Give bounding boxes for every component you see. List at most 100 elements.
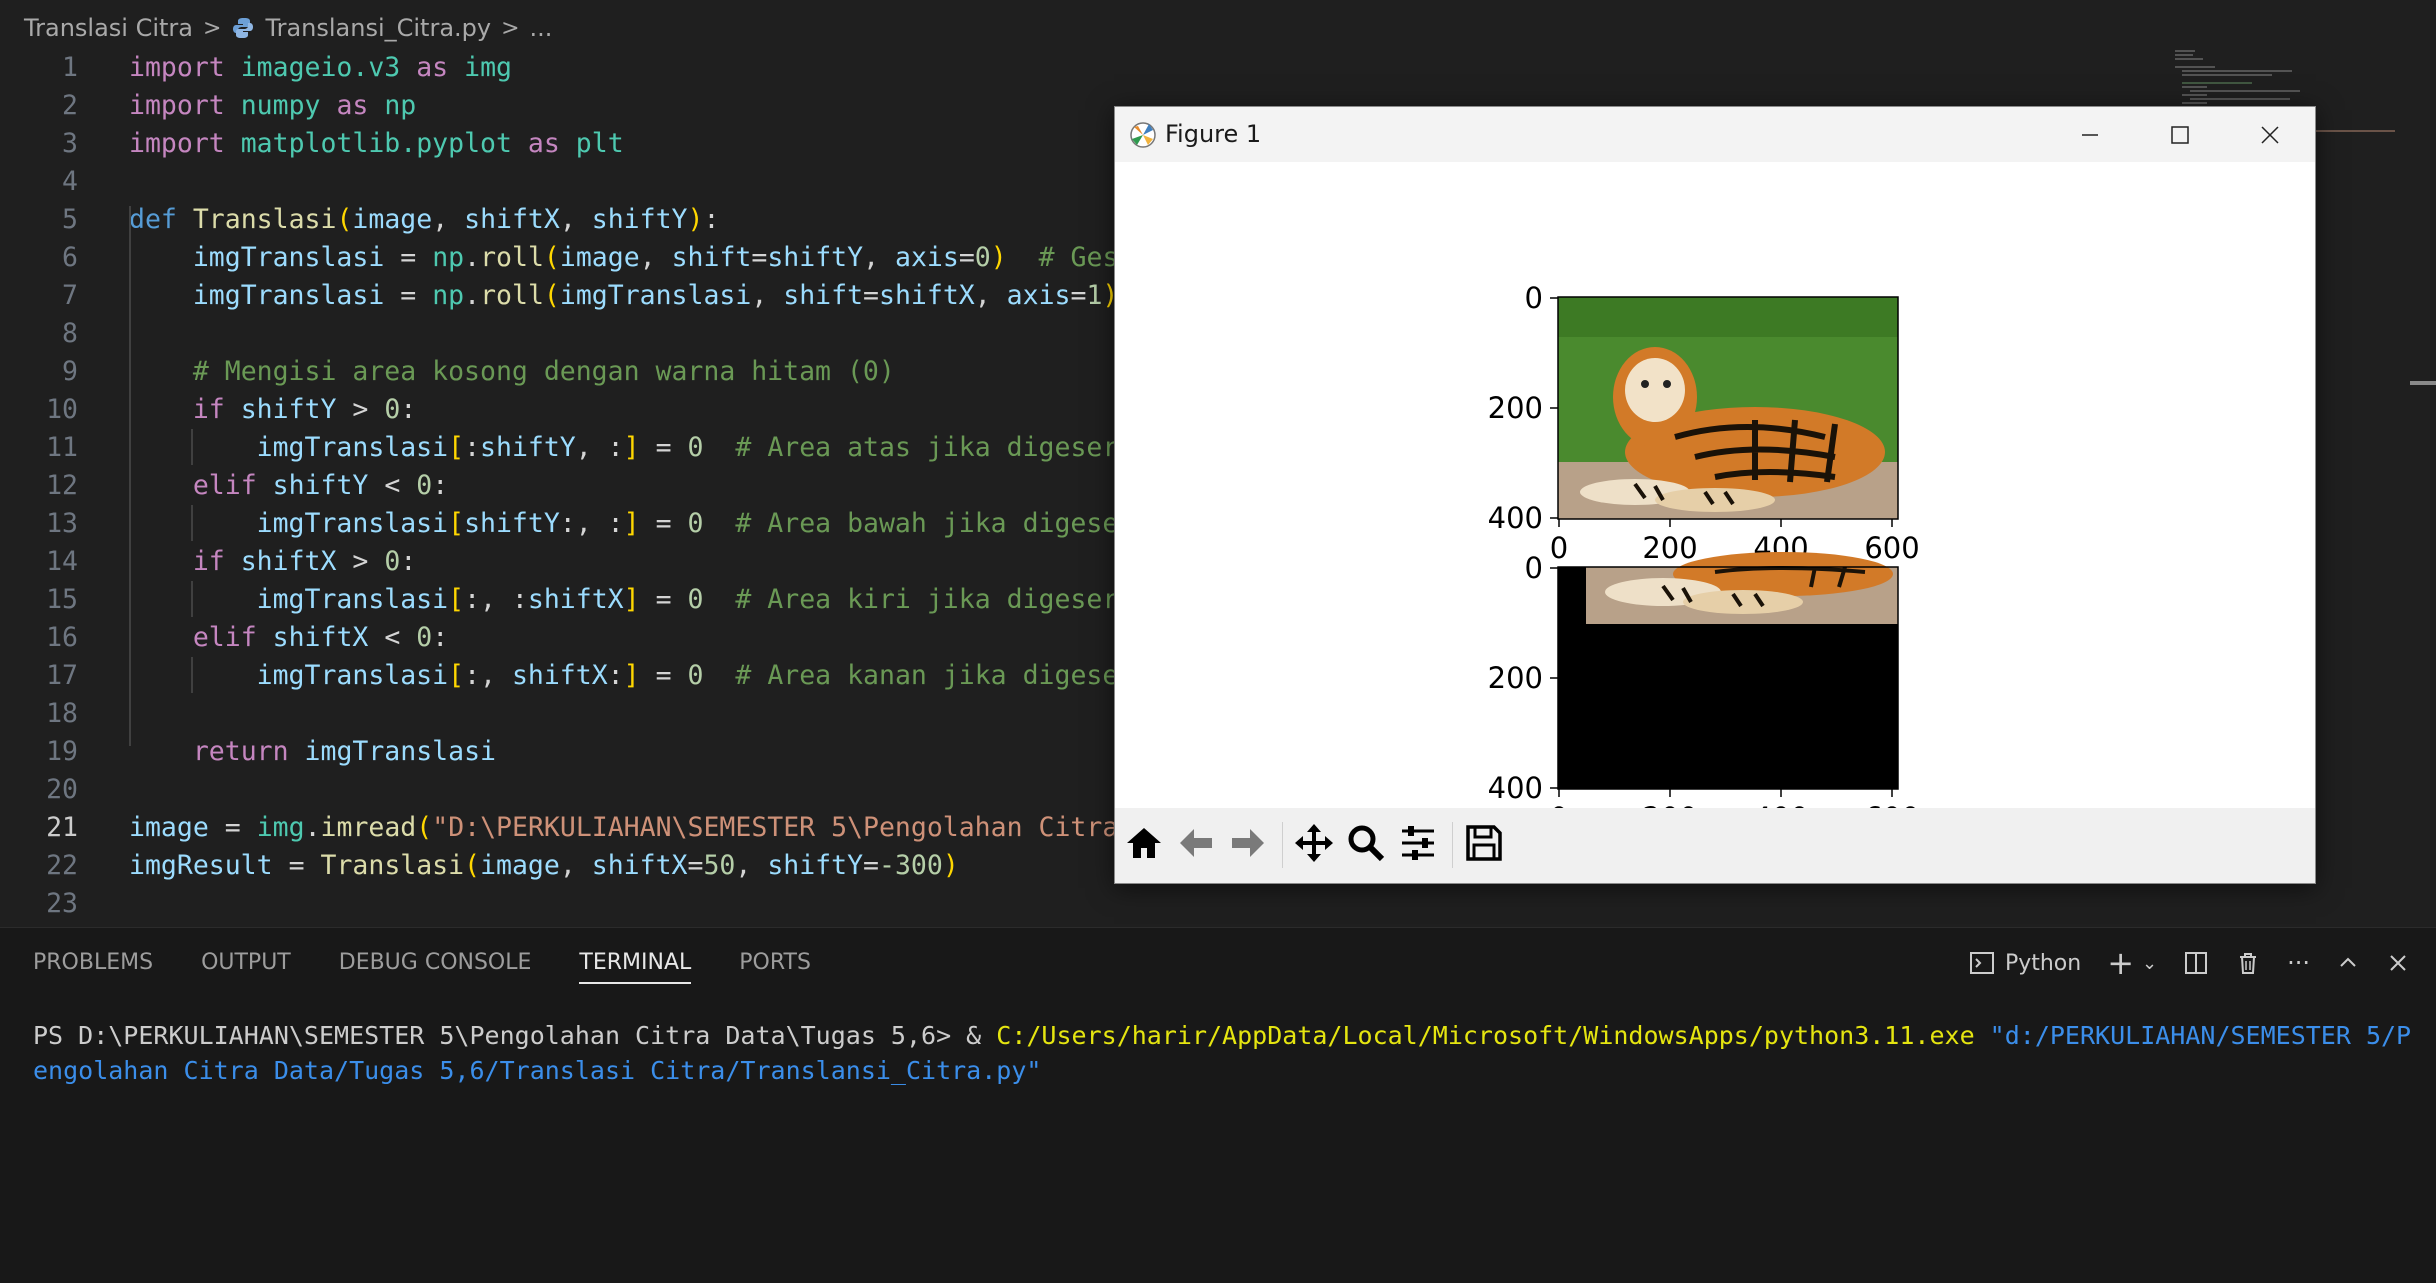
breadcrumb-file[interactable]: Translansi_Citra.py — [265, 14, 491, 42]
panel-actions: Python + ⌄ ··· — [1969, 928, 2436, 998]
terminal-arg-part2: engolahan Citra Data/Tugas 5,6/Translasi… — [33, 1056, 1042, 1085]
figure-canvas[interactable]: 0 200 400 0 200 400 600 0 200 400 — [1115, 162, 2315, 835]
plot2-ytick-label: 200 — [1488, 661, 1543, 695]
breadcrumb-more[interactable]: ... — [530, 14, 553, 42]
terminal-arg-part1: "d:/PERKULIAHAN/SEMESTER 5/P — [1974, 1021, 2412, 1050]
code-text: imgTranslasi = np.roll(imgTranslasi, shi… — [192, 280, 1119, 311]
line-number: 23 — [46, 888, 78, 919]
terminal-icon — [1969, 952, 1994, 974]
tab-ports[interactable]: PORTS — [739, 928, 811, 998]
plot1-xtick-label: 600 — [1864, 531, 1919, 565]
minimize-button[interactable] — [2045, 107, 2135, 162]
code-text: imgTranslasi[:shiftY, :] = 0 # Area atas… — [256, 432, 1151, 463]
terminal-output[interactable]: PS D:\PERKULIAHAN\SEMESTER 5\Pengolahan … — [33, 1018, 2411, 1088]
save-button[interactable] — [1461, 820, 1507, 866]
line-number: 20 — [46, 774, 78, 805]
plot1-ytick-label: 200 — [1488, 391, 1543, 425]
pan-button[interactable] — [1291, 820, 1337, 866]
line-number: 9 — [62, 356, 78, 387]
figure-titlebar[interactable]: Figure 1 — [1115, 107, 2315, 162]
chevron-down-icon[interactable]: ⌄ — [2142, 953, 2157, 974]
tab-terminal[interactable]: TERMINAL — [579, 928, 691, 998]
configure-subplots-button[interactable] — [1395, 820, 1441, 866]
zoom-button[interactable] — [1343, 820, 1389, 866]
plot-original: 0 200 400 0 200 400 600 — [1488, 281, 1920, 565]
line-number: 21 — [46, 812, 78, 843]
tab-problems[interactable]: PROBLEMS — [33, 928, 153, 998]
code-text: # Mengisi area kosong dengan warna hitam… — [192, 356, 895, 387]
line-number: 17 — [46, 660, 78, 691]
terminal-prompt: PS D:\PERKULIAHAN\SEMESTER 5\Pengolahan … — [33, 1021, 997, 1050]
scrollbar-thumb[interactable] — [2410, 381, 2436, 385]
tiger-image-original — [1558, 297, 1898, 519]
tab-debug-console[interactable]: DEBUG CONSOLE — [339, 928, 532, 998]
minimize-icon — [2082, 133, 2098, 136]
more-actions-icon[interactable]: ··· — [2287, 949, 2310, 977]
code-text: import matplotlib.pyplot as plt — [129, 128, 624, 159]
code-text: if shiftX > 0: — [192, 546, 417, 577]
line-number: 6 — [62, 242, 78, 273]
code-text: elif shiftY < 0: — [192, 470, 449, 501]
code-text: import numpy as np — [129, 90, 417, 121]
code-text: def Translasi(image, shiftX, shiftY): — [129, 204, 720, 235]
plot2-xtick-label: 600 — [1864, 801, 1919, 808]
python-file-icon — [233, 18, 254, 38]
tab-output[interactable]: OUTPUT — [201, 928, 291, 998]
code-line[interactable]: 23 — [0, 885, 2400, 923]
plot-translated: 0 200 400 0 200 400 600 — [1488, 551, 1920, 835]
line-number: 13 — [46, 508, 78, 539]
code-text: imgTranslasi[shiftY:, :] = 0 # Area bawa… — [256, 508, 1135, 539]
line-number: 14 — [46, 546, 78, 577]
move-icon — [1295, 824, 1333, 862]
plot1-ytick-label: 400 — [1488, 501, 1543, 535]
maximize-panel-icon[interactable] — [2336, 951, 2360, 975]
code-text: image = img.imread("D:\PERKULIAHAN\SEMES… — [129, 812, 1151, 843]
figure-window[interactable]: Figure 1 0 200 400 0 200 400 600 0 200 4… — [1114, 106, 2316, 884]
line-number: 8 — [62, 318, 78, 349]
back-button[interactable] — [1173, 820, 1219, 866]
tiger-image-translated — [1586, 552, 1898, 624]
floppy-disk-icon — [1466, 825, 1502, 861]
indent-guide — [129, 206, 131, 746]
sliders-icon — [1402, 826, 1434, 860]
arrow-right-icon — [1232, 829, 1264, 857]
figure-title: Figure 1 — [1165, 120, 1262, 148]
breadcrumb-folder[interactable]: Translasi Citra — [24, 14, 193, 42]
split-terminal-icon[interactable] — [2183, 950, 2209, 976]
line-number: 15 — [46, 584, 78, 615]
panel-tabs: PROBLEMS OUTPUT DEBUG CONSOLE TERMINAL PORTS — [0, 928, 826, 998]
toolbar-separator — [1282, 822, 1283, 868]
line-number: 4 — [62, 166, 78, 197]
maximize-button[interactable] — [2135, 107, 2225, 162]
line-number: 18 — [46, 698, 78, 729]
add-terminal-icon[interactable]: + — [2107, 944, 2134, 982]
code-line[interactable]: 1 import imageio.v3 as img — [0, 49, 2400, 87]
magnifier-icon — [1348, 825, 1385, 862]
trash-icon[interactable] — [2235, 950, 2261, 976]
code-text: imgResult = Translasi(image, shiftX=50, … — [129, 850, 959, 881]
code-text: if shiftY > 0: — [192, 394, 417, 425]
indent-guide — [191, 657, 193, 693]
indent-guide — [191, 505, 193, 541]
line-number: 3 — [62, 128, 78, 159]
chevron-right-icon: > — [203, 15, 222, 41]
forward-button[interactable] — [1225, 820, 1271, 866]
line-number: 22 — [46, 850, 78, 881]
code-text: elif shiftX < 0: — [192, 622, 449, 653]
plot2-xtick-label: 400 — [1753, 801, 1808, 808]
line-number: 1 — [62, 52, 78, 83]
chevron-right-icon: > — [501, 15, 520, 41]
line-number: 2 — [62, 90, 78, 121]
close-panel-icon[interactable] — [2386, 951, 2410, 975]
toolbar-separator — [1452, 822, 1453, 868]
home-icon — [1127, 828, 1161, 858]
code-text: import imageio.v3 as img — [129, 52, 512, 83]
close-button[interactable] — [2225, 107, 2315, 162]
arrow-left-icon — [1180, 829, 1212, 857]
home-button[interactable] — [1121, 820, 1167, 866]
plot2-xtick-label: 200 — [1642, 801, 1697, 808]
code-text: imgTranslasi[:, :shiftX] = 0 # Area kiri… — [256, 584, 1151, 615]
line-number: 5 — [62, 204, 78, 235]
terminal-profile-button[interactable]: Python — [1969, 950, 2081, 976]
line-number: 16 — [46, 622, 78, 653]
